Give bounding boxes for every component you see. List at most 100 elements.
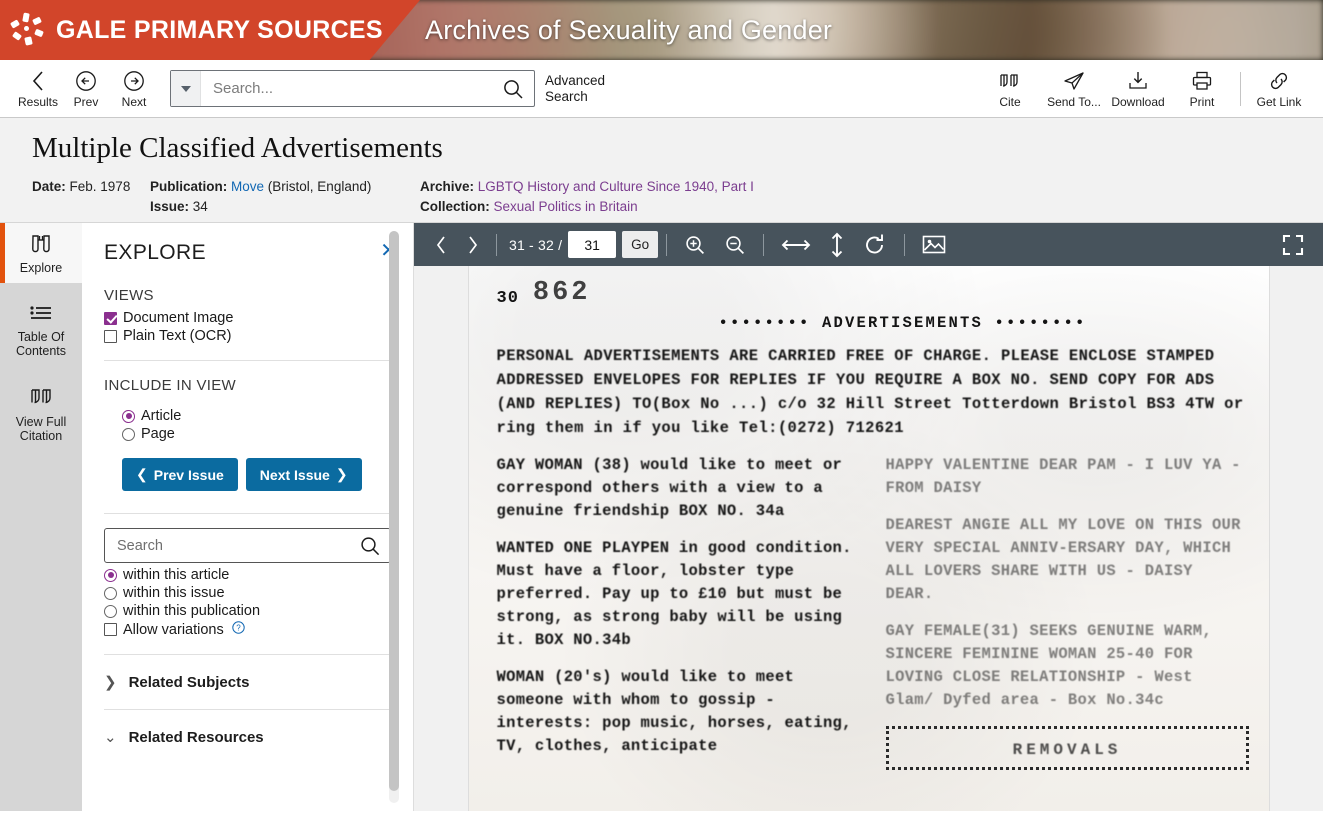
collection-link[interactable]: Sexual Politics in Britain [494,199,638,214]
fullscreen-button[interactable] [1273,223,1313,266]
chevron-left-icon: ❮ [136,466,148,482]
toolbar-nav-group: Results Prev Next [14,69,158,109]
document-viewer: 31 - 32 / Go [414,223,1323,811]
checkbox-allow-variations[interactable] [104,623,117,636]
metadata-collection: Collection: Sexual Politics in Britain [420,197,638,217]
panel-scrollbar[interactable] [389,231,399,803]
rotate-button[interactable] [854,223,896,266]
scope-option-issue[interactable]: within this issue [104,585,391,601]
scope-option-label: within this publication [123,603,261,619]
print-button[interactable]: Print [1170,69,1234,109]
archive-link[interactable]: LGBTQ History and Culture Since 1940, Pa… [478,179,754,194]
radio-within-article[interactable] [104,568,117,582]
include-option-article[interactable]: Article [122,408,391,424]
scan-boxed-ad: REMOVALS [885,726,1249,770]
brand-logo[interactable]: GALE PRIMARY SOURCES [10,0,383,60]
question-circle-icon[interactable]: ? [232,621,245,638]
magnifier-minus-icon [726,235,745,254]
view-option-document-image[interactable]: Document Image [104,310,391,326]
viewer-canvas[interactable]: 30 862 •••••••• ADVERTISEMENTS •••••••• … [414,266,1323,811]
checkbox-document-image[interactable] [104,311,117,325]
download-label: Download [1111,95,1165,109]
radio-within-publication[interactable] [104,604,117,618]
accordion-related-subjects[interactable]: ❯ Related Subjects [104,655,391,709]
search-submit-button[interactable] [492,78,534,100]
sidebar-item-label: Explore [19,260,63,275]
divider [104,360,391,361]
prev-label: Prev [73,94,99,109]
publication-link[interactable]: Move [231,179,264,194]
allow-variations-option[interactable]: Allow variations ? [104,621,391,638]
views-section-label: VIEWS [104,287,154,304]
cite-label: Cite [999,95,1021,109]
sidebar-item-label: Table Of Contents [15,329,67,358]
sidebar-item-view-full-citation[interactable]: View Full Citation [0,377,82,451]
scope-option-label: within this issue [123,585,225,601]
fit-height-button[interactable] [820,223,854,266]
results-button[interactable]: Results [14,69,62,109]
scope-option-article[interactable]: within this article [104,567,391,583]
page-range-label: 31 - 32 / [509,236,563,253]
scrollbar-thumb[interactable] [389,231,399,791]
scan-page-number-large: 862 [532,278,591,308]
prev-button[interactable]: Prev [62,69,110,109]
advanced-search-link[interactable]: Advanced Search [545,73,617,104]
download-button[interactable]: Download [1106,69,1170,109]
panel-search-input[interactable] [105,529,350,562]
paper-plane-icon [1062,69,1086,93]
scan-ad-item: WOMAN (20's) would like to meet someone … [496,668,852,755]
publication-place: (Bristol, England) [267,179,372,194]
date-label: Date: [32,179,66,194]
explore-panel: ✕ EXPLORE VIEWS Document Image Plain Tex… [82,223,414,811]
metadata-archive: Archive: LGBTQ History and Culture Since… [420,177,754,197]
sidebar-item-explore[interactable]: Explore [0,223,82,283]
magnifier-icon [361,536,380,555]
go-button[interactable]: Go [622,231,659,258]
radio-page[interactable] [122,427,135,441]
search-scope-dropdown[interactable] [171,71,201,106]
send-to-button[interactable]: Send To... [1042,69,1106,109]
checkbox-plain-text[interactable] [104,329,117,343]
accordion-label: Related Subjects [128,673,250,691]
next-button[interactable]: Next [110,69,158,109]
next-issue-label: Next Issue [259,466,330,483]
scanned-page-image[interactable]: 30 862 •••••••• ADVERTISEMENTS •••••••• … [468,266,1269,811]
search-bar [170,70,535,107]
radio-within-issue[interactable] [104,586,117,600]
search-input[interactable] [201,72,492,105]
thumbnail-view-button[interactable] [913,223,955,266]
scan-page-numbers: 30 862 [497,274,1249,308]
sidebar-item-table-of-contents[interactable]: Table Of Contents [0,293,82,367]
link-chain-icon [1267,69,1291,93]
panel-search-submit-button[interactable] [350,535,390,557]
fullscreen-expand-icon [1282,234,1304,255]
viewer-next-page-button[interactable] [457,223,488,266]
cite-button[interactable]: Cite [978,69,1042,109]
include-option-page[interactable]: Page [122,426,391,442]
next-issue-button[interactable]: Next Issue ❯ [245,458,362,491]
metadata-date: Date: Feb. 1978 [32,177,150,197]
viewer-toolbar: 31 - 32 / Go [414,223,1323,266]
scan-ad-item: DEAREST ANGIE ALL MY LOVE ON THIS OUR VE… [885,516,1241,603]
chevron-left-icon [30,69,46,93]
scope-option-publication[interactable]: within this publication [104,603,391,619]
accordion-related-resources[interactable]: ⌄ Related Resources [104,710,391,764]
issue-value: 34 [192,199,208,214]
archive-subtitle: Archives of Sexuality and Gender [425,14,833,45]
scope-option-label: within this article [123,567,230,583]
next-label: Next [121,94,147,109]
prev-issue-button[interactable]: ❮ Prev Issue [122,458,238,491]
view-option-plain-text[interactable]: Plain Text (OCR) [104,328,391,344]
radio-article[interactable] [122,409,135,423]
magnifier-icon [504,79,523,99]
zoom-out-button[interactable] [715,223,755,266]
scan-right-column: HAPPY VALENTINE DEAR PAM - I LUV YA - FR… [885,454,1249,772]
page-number-input[interactable] [568,231,617,258]
viewer-prev-page-button[interactable] [426,223,457,266]
fit-width-button[interactable] [772,223,820,266]
include-option-label: Page [141,426,175,442]
get-link-button[interactable]: Get Link [1247,69,1311,109]
include-section-label: INCLUDE IN VIEW [104,377,237,394]
brand-title: GALE PRIMARY SOURCES [56,15,383,44]
zoom-in-button[interactable] [675,223,715,266]
